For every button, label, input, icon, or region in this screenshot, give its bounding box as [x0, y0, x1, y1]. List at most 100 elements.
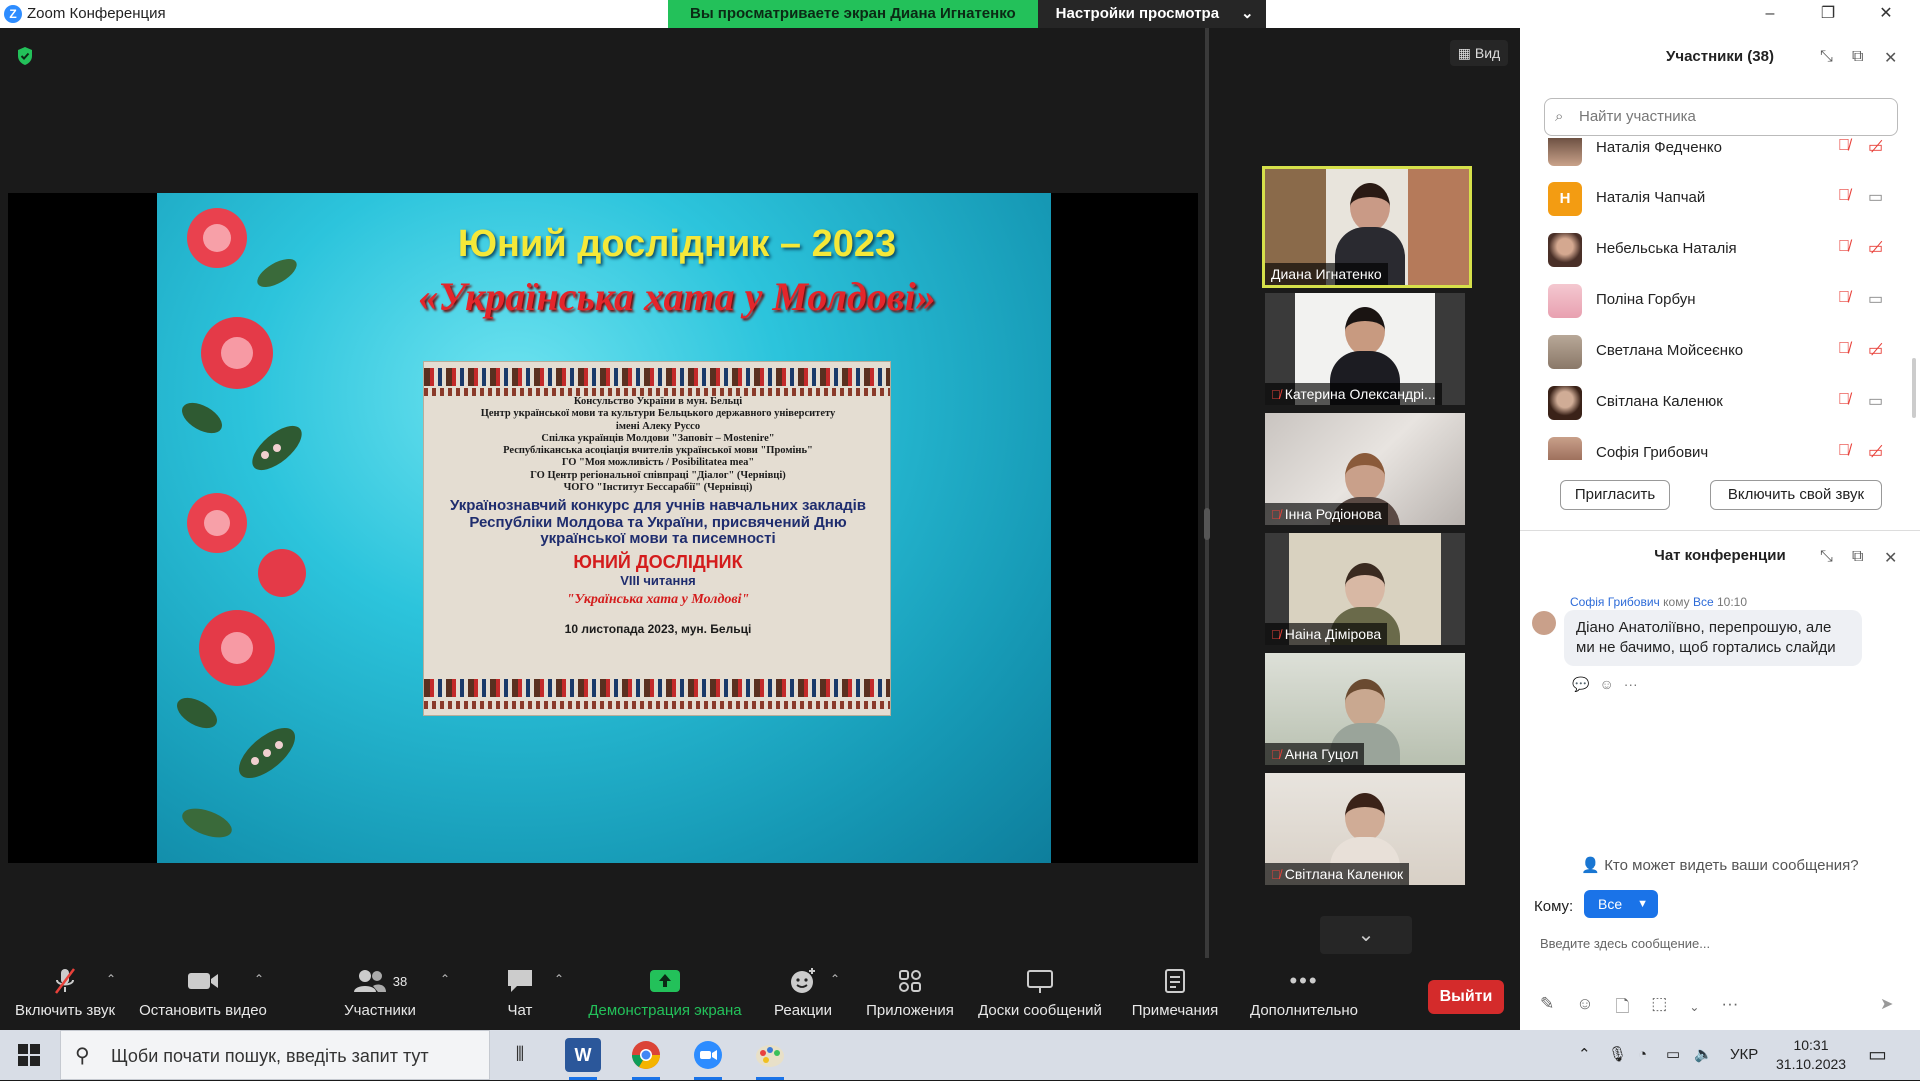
network-icon[interactable]: ◔ [1638, 1030, 1647, 1080]
pop-out-icon[interactable]: ⧉ [1852, 48, 1863, 66]
participant-row[interactable]: Софія Грибович 🎙̸ ▭̸ [1548, 429, 1908, 460]
more-button[interactable]: ••• Дополнительно [1246, 966, 1362, 1019]
clock-time: 10:31 [1793, 1037, 1829, 1053]
chevron-down-icon: ▼ [1637, 898, 1648, 910]
emoji-icon[interactable]: ☺ [1576, 994, 1593, 1020]
video-tile[interactable]: 🎙̸ Анна Гуцол [1265, 653, 1465, 765]
chat-options-caret[interactable]: ⌃ [554, 972, 564, 986]
participant-name: Софія Грибович [1596, 444, 1709, 460]
collapse-icon[interactable]: ⤡ [1820, 48, 1833, 66]
card-line: Спілка українців Молдови "Заповіт – Most… [541, 432, 775, 444]
add-reaction-icon[interactable]: ☺ [1599, 676, 1613, 693]
participant-row[interactable]: Наталія Федченко 🎙̸ ▭̸ [1548, 138, 1908, 174]
participant-row[interactable]: Поліна Горбун 🎙̸ ▭ [1548, 276, 1908, 326]
paint-app-icon[interactable] [752, 1038, 788, 1080]
tiles-scroll-down-button[interactable]: ⌄ [1320, 916, 1412, 954]
whiteboards-label: Доски сообщений [978, 1002, 1102, 1019]
notes-button[interactable]: Примечания [1124, 966, 1226, 1019]
tile-name: 🎙̸ Наіна Дімірова [1265, 623, 1388, 645]
reactions-options-caret[interactable]: ⌃ [830, 972, 840, 986]
close-window-button[interactable]: ✕ [1866, 2, 1906, 26]
video-tile[interactable]: 🎙̸ Інна Родіонова [1265, 413, 1465, 525]
participants-options-caret[interactable]: ⌃ [440, 972, 450, 986]
avatar [1548, 284, 1582, 318]
video-options-caret[interactable]: ⌃ [254, 972, 264, 986]
view-button[interactable]: ▦ Вид [1450, 40, 1508, 66]
word-app-icon[interactable]: W [565, 1038, 601, 1080]
card-line: ГО "Моя можливість / Posibilitatea mea" [561, 457, 755, 469]
more-dots-icon[interactable]: ··· [1624, 676, 1638, 693]
tray-overflow-icon[interactable]: ⌃ [1578, 1030, 1591, 1080]
leave-button[interactable]: Выйти [1428, 980, 1504, 1014]
participant-search-input[interactable]: ⌕ Найти участника [1544, 98, 1898, 136]
video-tile[interactable]: Диана Игнатенко [1262, 166, 1472, 288]
card-line: Консульство України в мун. Бельці [573, 396, 743, 407]
video-tile[interactable]: 🎙̸ Катерина Олександрі... [1265, 293, 1465, 405]
notes-icon [1124, 966, 1226, 996]
message-time: 10:10 [1716, 595, 1747, 609]
search-placeholder: Найти участника [1579, 108, 1696, 125]
minimize-button[interactable]: – [1750, 2, 1790, 26]
close-icon[interactable]: ✕ [1884, 548, 1897, 568]
send-icon[interactable]: ➤ [1880, 994, 1893, 1014]
contest-theme: "Українська хата у Молдові" [566, 591, 750, 607]
windows-start-icon[interactable] [18, 1044, 40, 1066]
floral-ornament [177, 208, 306, 838]
recipient-dropdown[interactable]: Все ▼ [1584, 890, 1658, 918]
format-text-icon[interactable]: ✎ [1540, 994, 1554, 1020]
close-icon[interactable]: ✕ [1884, 48, 1897, 68]
participant-row[interactable]: Небельська Наталія 🎙̸ ▭̸ [1548, 225, 1908, 275]
battery-icon[interactable]: ▭ [1666, 1030, 1680, 1080]
language-indicator[interactable]: УКР [1730, 1030, 1758, 1080]
participants-scrollbar[interactable] [1912, 358, 1916, 418]
chevron-down-icon[interactable]: ⌄ [1689, 994, 1699, 1020]
more-dots-icon: ••• [1289, 968, 1319, 993]
panel-splitter[interactable] [1204, 28, 1210, 963]
restore-button[interactable]: ❐ [1808, 2, 1848, 26]
who-can-see-link[interactable]: 👤 Кто может видеть ваши сообщения? [1520, 856, 1920, 874]
mic-muted-icon: 🎙̸ [1838, 289, 1850, 306]
chrome-app-icon[interactable] [628, 1038, 664, 1080]
video-tile[interactable]: 🎙̸ Світлана Каленюк [1265, 773, 1465, 885]
grid-icon: ▦ [1457, 45, 1471, 61]
more-dots-icon[interactable]: ··· [1721, 994, 1738, 1020]
system-clock[interactable]: 10:31 31.10.2023 [1776, 1036, 1846, 1074]
microphone-icon: 🎙 [1608, 1046, 1628, 1063]
audio-options-caret[interactable]: ⌃ [106, 972, 116, 986]
video-tile[interactable]: 🎙̸ Наіна Дімірова [1265, 533, 1465, 645]
file-icon[interactable]: 🗋 [1616, 994, 1630, 1020]
pop-out-icon[interactable]: ⧉ [1852, 548, 1863, 566]
splitter-grip[interactable] [1204, 508, 1210, 540]
message-sender[interactable]: Софія Грибович [1570, 595, 1660, 609]
shield-icon [18, 47, 32, 65]
chat-message-input[interactable]: Введите здесь сообщение... [1540, 936, 1710, 951]
video-on-icon: ▭ [1868, 291, 1884, 308]
view-options-button[interactable]: Настройки просмотра ⌄ [1037, 0, 1266, 28]
stop-video-button[interactable]: Остановить видео [138, 966, 268, 1019]
taskbar-search-input[interactable]: ⚲ Щоби почати пошук, введіть запит тут [60, 1030, 490, 1080]
share-screen-button[interactable]: Демонстрация экрана [580, 966, 750, 1019]
chat-button[interactable]: Чат [480, 966, 560, 1019]
unmute-self-button[interactable]: Включить свой звук [1710, 480, 1882, 510]
volume-icon[interactable]: 🔈 [1694, 1030, 1713, 1080]
reactions-label: Реакции [774, 1002, 832, 1019]
tile-name: 🎙̸ Анна Гуцол [1265, 743, 1365, 765]
task-view-icon[interactable]: ⫴ [502, 1038, 538, 1072]
screenshot-icon[interactable]: ⬚ [1651, 994, 1667, 1020]
apps-label: Приложения [866, 1002, 954, 1019]
zoom-app-icon[interactable] [690, 1038, 726, 1080]
apps-button[interactable]: Приложения [860, 966, 960, 1019]
search-icon: ⚲ [75, 1045, 90, 1067]
notifications-icon[interactable]: ▭ [1868, 1030, 1887, 1080]
participant-row[interactable]: Світлана Каленюк 🎙̸ ▭ [1548, 378, 1908, 428]
unmute-button[interactable]: Включить звук [10, 966, 120, 1019]
reply-icon[interactable]: 💬 [1572, 676, 1589, 693]
participant-row[interactable]: Н Наталія Чапчай 🎙̸ ▭ [1548, 174, 1908, 224]
participant-row[interactable]: Светлана Мойсеєнко 🎙̸ ▭̸ [1548, 327, 1908, 377]
meeting-toolbar: Включить звук ⌃ Остановить видео ⌃ 38 Уч… [0, 958, 1520, 1030]
participants-button[interactable]: 38 Участники [330, 966, 430, 1019]
invite-button[interactable]: Пригласить [1560, 480, 1670, 510]
whiteboards-button[interactable]: Доски сообщений [972, 966, 1108, 1019]
window-title: Zoom Конференция [27, 5, 166, 22]
collapse-icon[interactable]: ⤡ [1820, 548, 1833, 566]
